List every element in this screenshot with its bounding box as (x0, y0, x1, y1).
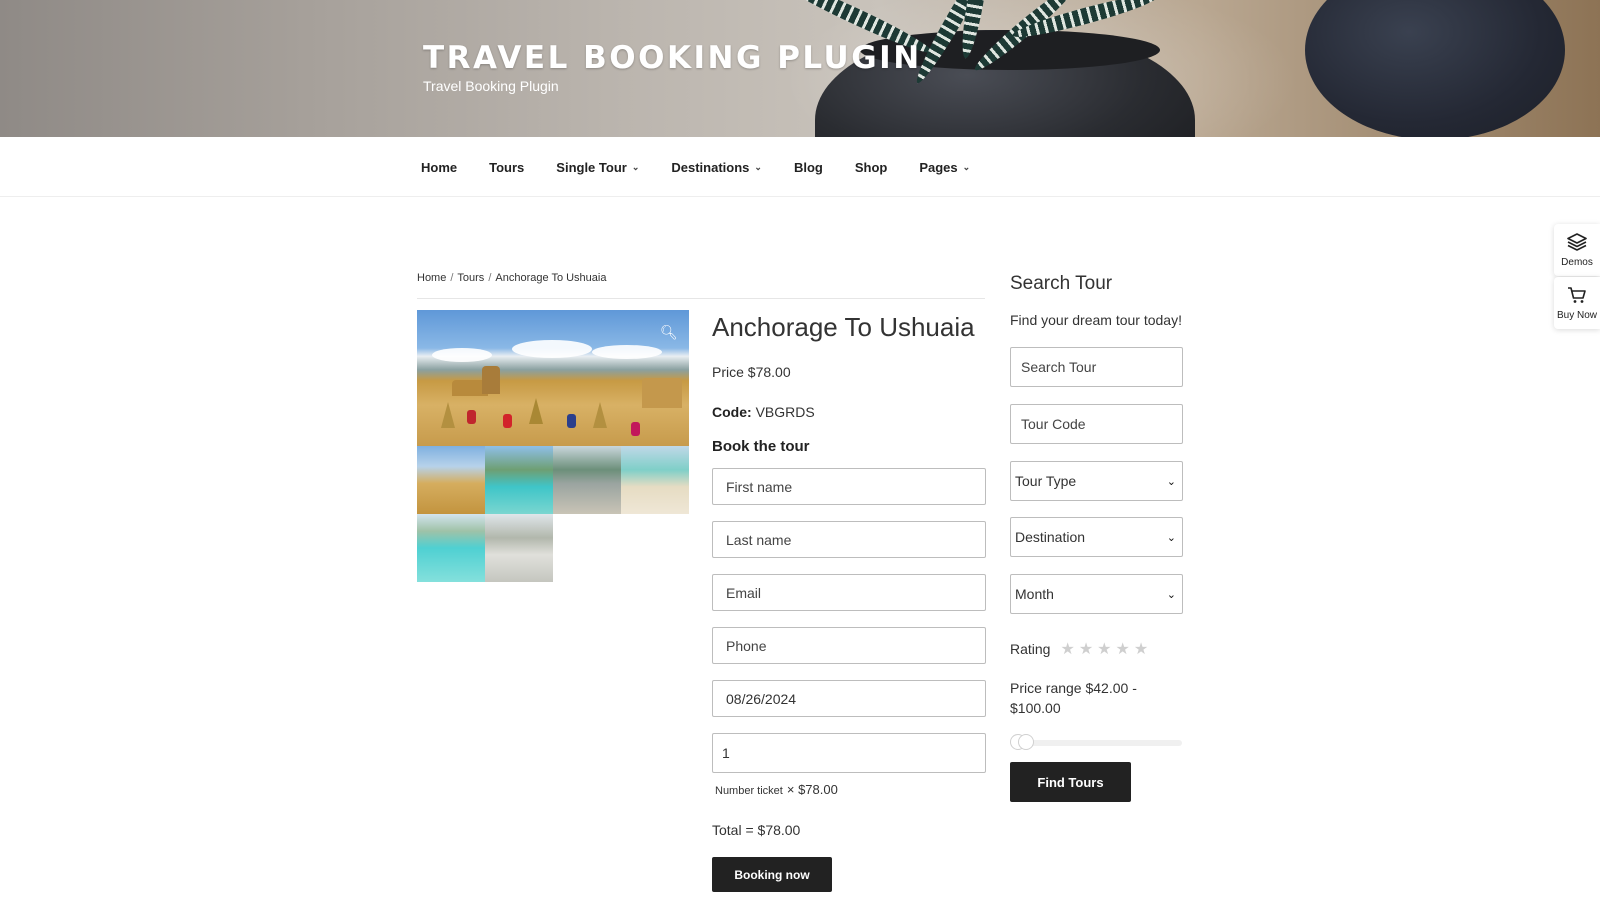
cart-icon (1567, 286, 1587, 308)
price-range-slider[interactable] (1012, 740, 1182, 746)
booking-total: Total = $78.00 (712, 822, 801, 838)
star-icon[interactable]: ★ (1116, 639, 1130, 659)
breadcrumb-home[interactable]: Home (417, 272, 446, 284)
ticket-price: × $78.00 (786, 782, 838, 797)
site-title[interactable]: TRAVEL BOOKING PLUGIN (423, 40, 922, 76)
email-field[interactable] (712, 574, 986, 611)
star-icon[interactable]: ★ (1060, 639, 1074, 659)
star-icon[interactable]: ★ (1134, 639, 1148, 659)
nav-item-label: Pages (919, 159, 958, 175)
rating-label: Rating (1010, 641, 1051, 657)
banner-background-vase (1305, 0, 1565, 137)
tour-code-value: VBGRDS (755, 404, 815, 420)
tour-code-label: Code: (712, 404, 752, 420)
nav-item-destinations[interactable]: Destinations ⌄ (663, 160, 770, 175)
buy-now-button[interactable]: Buy Now (1554, 277, 1600, 329)
star-icon[interactable]: ★ (1079, 639, 1093, 659)
gallery-thumbnail[interactable] (417, 514, 485, 582)
buy-now-label: Buy Now (1556, 309, 1597, 321)
search-tour-heading: Search Tour (1010, 273, 1113, 294)
breadcrumb-separator: / (488, 272, 492, 284)
breadcrumb: Home / Tours / Anchorage To Ushuaia (417, 272, 606, 284)
ticket-note: Number ticket × $78.00 (715, 782, 838, 797)
last-name-field[interactable] (712, 521, 986, 558)
nav-item-label: Tours (489, 159, 525, 175)
breadcrumb-divider (417, 298, 985, 299)
nav-item-label: Destinations (671, 159, 750, 175)
tour-title: Anchorage To Ushuaia (712, 312, 975, 342)
tour-main-image[interactable] (417, 310, 689, 446)
nav-item-label: Shop (854, 159, 888, 175)
date-field[interactable] (712, 680, 986, 717)
chevron-down-icon: ⌄ (631, 161, 640, 172)
month-select[interactable]: Month ⌄ (1010, 574, 1183, 614)
month-value: Month (1015, 586, 1054, 602)
demos-button[interactable]: Demos (1554, 224, 1600, 276)
breadcrumb-separator: / (450, 272, 454, 284)
nav-item-single-tour[interactable]: Single Tour ⌄ (548, 160, 647, 175)
main-navigation: Home Tours Single Tour ⌄ Destinations ⌄ Bl… (0, 137, 1600, 197)
price-range-label: Price range $42.00 - $100.00 (1010, 680, 1137, 716)
rating-filter: Rating ★ ★ ★ ★ ★ (1010, 639, 1152, 659)
breadcrumb-current: Anchorage To Ushuaia (495, 272, 607, 284)
demos-label: Demos (1561, 256, 1593, 268)
site-tagline: Travel Booking Plugin (423, 78, 559, 94)
nav-item-home[interactable]: Home (413, 160, 465, 175)
price-max-handle[interactable] (1018, 734, 1034, 750)
gallery-thumbnail[interactable] (621, 446, 689, 514)
nav-item-pages[interactable]: Pages ⌄ (911, 160, 978, 175)
chevron-down-icon: ⌄ (1166, 588, 1176, 601)
chevron-down-icon: ⌄ (1166, 531, 1176, 544)
gallery-thumbnail[interactable] (485, 446, 553, 514)
nav-item-label: Blog (793, 159, 823, 175)
destination-select[interactable]: Destination ⌄ (1010, 517, 1183, 557)
zoom-icon[interactable]: 🔍︎ (660, 324, 678, 341)
book-tour-heading: Book the tour (712, 438, 810, 455)
find-tours-button[interactable]: Find Tours (1010, 762, 1131, 802)
tour-type-select[interactable]: Tour Type ⌄ (1010, 461, 1183, 501)
ticket-quantity-field[interactable] (712, 733, 986, 773)
nav-item-label: Home (421, 159, 458, 175)
search-tour-input[interactable] (1010, 347, 1183, 387)
nav-item-label: Single Tour (556, 159, 627, 175)
layers-icon (1567, 232, 1587, 255)
tour-price: Price $78.00 (712, 364, 791, 380)
booking-now-button[interactable]: Booking now (712, 857, 832, 892)
rating-stars: ★ ★ ★ ★ ★ (1060, 639, 1152, 659)
chevron-down-icon: ⌄ (962, 161, 971, 172)
tour-code: Code: VBGRDS (712, 404, 815, 420)
first-name-field[interactable] (712, 468, 986, 505)
star-icon[interactable]: ★ (1097, 639, 1111, 659)
gallery-thumbnail[interactable] (485, 514, 553, 582)
gallery-thumbnail[interactable] (553, 446, 621, 514)
chevron-down-icon: ⌄ (1166, 475, 1176, 488)
destination-value: Destination (1015, 529, 1086, 545)
nav-item-tours[interactable]: Tours (481, 160, 532, 175)
nav-item-shop[interactable]: Shop (847, 160, 896, 175)
tour-code-input[interactable] (1010, 404, 1183, 444)
tour-type-value: Tour Type (1015, 473, 1077, 489)
nav-item-blog[interactable]: Blog (786, 160, 831, 175)
gallery-thumbnail[interactable] (417, 446, 485, 514)
ticket-label: Number ticket (715, 785, 783, 797)
phone-field[interactable] (712, 627, 986, 664)
search-tour-subtitle: Find your dream tour today! (1010, 312, 1182, 328)
header-banner: TRAVEL BOOKING PLUGIN Travel Booking Plu… (0, 0, 1600, 137)
chevron-down-icon: ⌄ (754, 161, 762, 172)
breadcrumb-tours[interactable]: Tours (457, 272, 484, 284)
